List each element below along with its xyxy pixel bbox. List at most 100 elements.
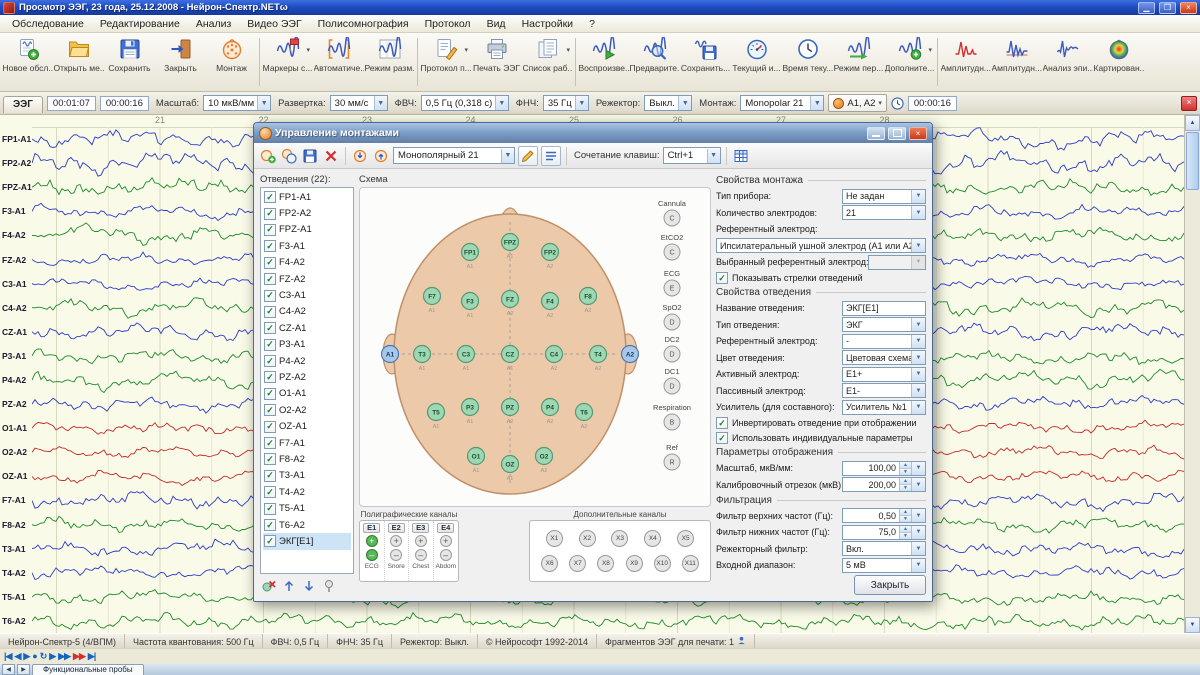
close-panel-button[interactable]: × — [1181, 96, 1197, 111]
lead-checkbox[interactable]: ✓ — [264, 388, 276, 400]
save-montage-button[interactable] — [301, 147, 319, 165]
dialog-minimize-button[interactable] — [867, 127, 885, 140]
lead-name-input[interactable]: ЭКГ[E1] — [842, 301, 926, 316]
lpf-select[interactable]: 35 Гц▼ — [543, 95, 589, 111]
notch-select[interactable]: Выкл.▼ — [644, 95, 692, 111]
toolbar-open-exam-button[interactable]: Открыть ме... — [53, 34, 104, 90]
lead-item-F3-A1[interactable]: ✓F3-A1 — [263, 238, 351, 254]
chevron-down-icon[interactable]: ▾ — [928, 46, 932, 54]
lead-checkbox[interactable]: ✓ — [264, 322, 276, 334]
stop-button[interactable]: ● — [32, 652, 36, 661]
lead-checkbox[interactable]: ✓ — [264, 470, 276, 482]
checkbox-icon[interactable]: ✓ — [716, 432, 728, 444]
input-range-select[interactable]: 5 мВ▼ — [842, 558, 926, 573]
poly-plus-contact[interactable]: + — [366, 535, 378, 547]
lpf-spinner[interactable]: 75,0▲▼▼ — [842, 525, 926, 540]
spinner-arrows[interactable]: ▲▼ — [899, 462, 911, 475]
lead-checkbox[interactable]: ✓ — [264, 535, 276, 547]
close-dialog-button[interactable]: Закрыть — [854, 575, 926, 595]
poly-minus-contact[interactable]: – — [366, 549, 378, 561]
next-page-button[interactable]: ▶ — [49, 652, 55, 661]
last-page-button[interactable]: ▶| — [88, 652, 95, 661]
lead-item-FPZ-A1[interactable]: ✓FPZ-A1 — [263, 222, 351, 238]
aux-electrode-DC2[interactable]: DC2D — [664, 335, 680, 362]
lead-checkbox[interactable]: ✓ — [264, 273, 276, 285]
aux-electrode-Ref[interactable]: RefR — [664, 443, 680, 470]
scrollbar-thumb[interactable] — [1186, 132, 1199, 190]
lead-checkbox[interactable]: ✓ — [264, 191, 276, 203]
lead-checkbox[interactable]: ✓ — [264, 290, 276, 302]
lead-type-select[interactable]: ЭКГ▼ — [842, 317, 926, 332]
checkbox-icon[interactable]: ✓ — [716, 417, 728, 429]
menu-item-2[interactable]: Анализ — [188, 17, 239, 31]
toolbar-layout-mode-button[interactable]: Режим разм... — [364, 34, 415, 90]
first-page-button[interactable]: |◀ — [4, 652, 11, 661]
extra-channel-X10[interactable]: X10 — [654, 555, 671, 572]
toolbar-print-button[interactable]: Печать ЭЭГ — [471, 34, 522, 90]
toolbar-save-button[interactable]: Сохранить — [104, 34, 155, 90]
menu-item-8[interactable]: ? — [581, 17, 603, 31]
hpf-select[interactable]: 0,5 Гц (0,318 с)▼ — [421, 95, 509, 111]
extra-channel-X6[interactable]: X6 — [541, 555, 558, 572]
lead-item-OZ-A1[interactable]: ✓OZ-A1 — [263, 418, 351, 434]
fast-forward-button[interactable]: ▶▶ — [73, 652, 85, 661]
toolbar-amplitude-red-button[interactable]: Амплитудн... — [940, 34, 991, 90]
lead-checkbox[interactable]: ✓ — [264, 437, 276, 449]
leads-list[interactable]: ✓FP1-A1✓FP2-A2✓FPZ-A1✓F3-A1✓F4-A2✓FZ-A2✓… — [260, 187, 354, 574]
lead-reference-select[interactable]: -▼ — [842, 334, 926, 349]
spinner-arrows[interactable]: ▲▼ — [899, 478, 911, 491]
lead-item-O1-A1[interactable]: ✓O1-A1 — [263, 386, 351, 402]
montage-table-button[interactable] — [732, 147, 750, 165]
lead-item-F7-A1[interactable]: ✓F7-A1 — [263, 435, 351, 451]
menu-item-4[interactable]: Полисомнография — [310, 17, 417, 31]
extra-channel-X1[interactable]: X1 — [546, 530, 563, 547]
menu-item-6[interactable]: Вид — [479, 17, 514, 31]
lead-item-FZ-A2[interactable]: ✓FZ-A2 — [263, 271, 351, 287]
lead-checkbox[interactable]: ✓ — [264, 404, 276, 416]
toolbar-close-exam-button[interactable]: Закрыть — [155, 34, 206, 90]
extra-channel-X4[interactable]: X4 — [644, 530, 661, 547]
lead-item-PZ-A2[interactable]: ✓PZ-A2 — [263, 369, 351, 385]
scroll-down-icon[interactable]: ▼ — [1185, 617, 1200, 633]
aux-electrode-SpO2[interactable]: SpO2D — [662, 303, 681, 330]
toolbar-markers-button[interactable]: Маркеры с...▾ — [262, 34, 313, 90]
vertical-scrollbar[interactable]: ▲ ▼ — [1184, 115, 1200, 633]
aux-electrode-ECG[interactable]: ECGE — [664, 269, 680, 296]
lead-item-P4-A2[interactable]: ✓P4-A2 — [263, 353, 351, 369]
lead-item-T5-A1[interactable]: ✓T5-A1 — [263, 500, 351, 516]
menu-item-1[interactable]: Редактирование — [92, 17, 188, 31]
aux-electrode-Cannula[interactable]: CannulaC — [658, 199, 687, 226]
lead-item-CZ-A1[interactable]: ✓CZ-A1 — [263, 320, 351, 336]
toolbar-worklist-button[interactable]: Список раб...▾ — [522, 34, 573, 90]
lead-checkbox[interactable]: ✓ — [264, 519, 276, 531]
calibration-segment-spinner[interactable]: 200,00▲▼▼ — [842, 477, 926, 492]
lead-item-T6-A2[interactable]: ✓T6-A2 — [263, 517, 351, 533]
toolbar-amplitude-blue-button[interactable]: Амплитудн... — [991, 34, 1042, 90]
extra-channel-X8[interactable]: X8 — [597, 555, 614, 572]
move-lead-down-button[interactable] — [300, 577, 318, 595]
lead-checkbox[interactable]: ✓ — [264, 355, 276, 367]
active-electrode-select[interactable]: E1+▼ — [842, 367, 926, 382]
tabs-scroll-right-button[interactable]: ▶ — [17, 664, 30, 675]
toolbar-new-exam-button[interactable]: Новое обсл... — [2, 34, 53, 90]
lead-item-T3-A1[interactable]: ✓T3-A1 — [263, 468, 351, 484]
lead-item-O2-A2[interactable]: ✓O2-A2 — [263, 402, 351, 418]
delete-montage-button[interactable] — [322, 147, 340, 165]
spinner-arrows[interactable]: ▲▼ — [899, 509, 911, 522]
rename-montage-button[interactable] — [518, 146, 538, 166]
toolbar-more-button[interactable]: Дополните...▾ — [884, 34, 935, 90]
toolbar-gauge-button[interactable]: Текущий и... — [731, 34, 782, 90]
poly-minus-contact[interactable]: – — [440, 549, 452, 561]
montage-select[interactable]: Монополярный 21 ▼ — [393, 147, 515, 164]
electrode-A2[interactable]: A2 — [622, 346, 639, 363]
lead-item-P3-A1[interactable]: ✓P3-A1 — [263, 337, 351, 353]
poly-minus-contact[interactable]: – — [415, 549, 427, 561]
chevron-down-icon[interactable]: ▾ — [566, 46, 570, 54]
delete-lead-button[interactable] — [260, 577, 278, 595]
lead-item-T4-A2[interactable]: ✓T4-A2 — [263, 484, 351, 500]
toolbar-protocol-button[interactable]: Протокол п...▾ — [420, 34, 471, 90]
lead-checkbox[interactable]: ✓ — [264, 257, 276, 269]
scale-uv-mm-spinner[interactable]: 100,00▲▼▼ — [842, 461, 926, 476]
lead-checkbox[interactable]: ✓ — [264, 486, 276, 498]
lead-item-FP1-A1[interactable]: ✓FP1-A1 — [263, 189, 351, 205]
